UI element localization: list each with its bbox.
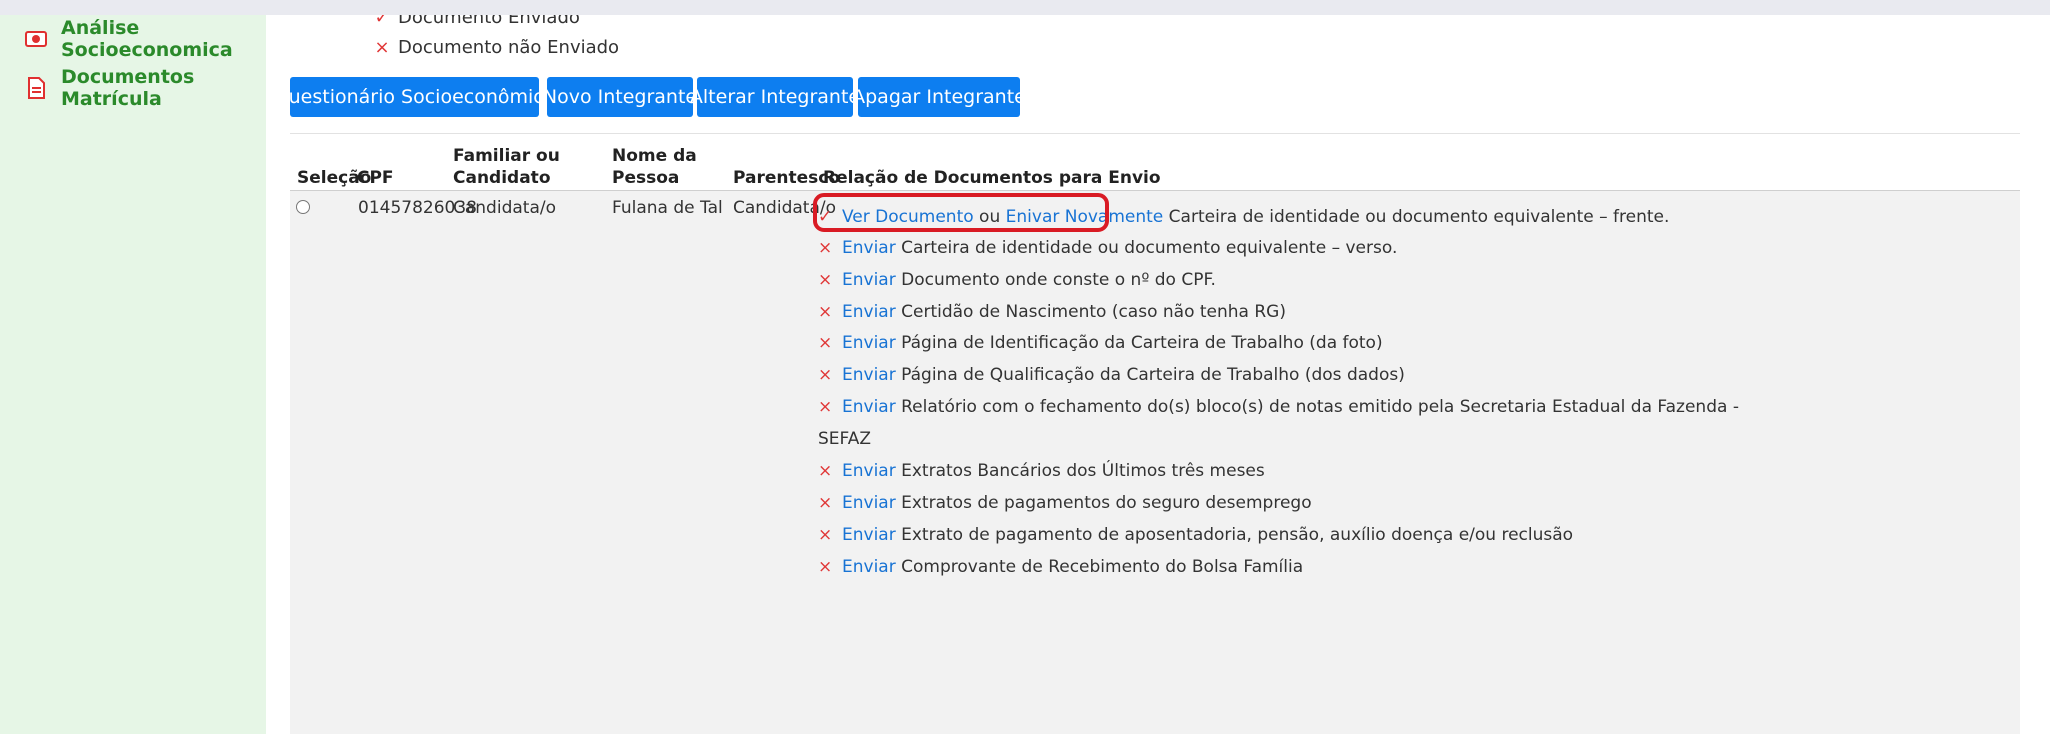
doc-item: × Enviar Comprovante de Recebimento do Bo…	[818, 557, 1303, 577]
x-icon: ×	[818, 333, 833, 353]
enviar-link[interactable]: Enviar	[842, 557, 896, 577]
header-nome-line2: Pessoa	[612, 168, 680, 188]
x-icon: ×	[818, 238, 833, 258]
x-icon: ×	[818, 557, 833, 577]
legend-sent: ✓ Documento Enviado	[374, 15, 580, 28]
doc-item: × Enviar Relatório com o fechamento do(s)…	[818, 397, 1739, 417]
legend-not-sent: × Documento não Enviado	[374, 37, 619, 58]
sidebar-item-documentos[interactable]: Documentos Matrícula	[25, 66, 266, 110]
apagar-integrante-button[interactable]: Apagar Integrante	[852, 77, 1026, 117]
enviar-link[interactable]: Enviar	[842, 493, 896, 513]
main-content: ✓ Documento Enviado × Documento não Envi…	[266, 15, 2050, 734]
x-icon: ×	[818, 493, 833, 513]
cell-familiar: Candidata/o	[453, 198, 556, 218]
doc-item-label: Relatório com o fechamento do(s) bloco(s…	[901, 397, 1739, 417]
x-icon: ×	[818, 270, 833, 290]
x-icon: ×	[818, 525, 833, 545]
enviar-link[interactable]: Enviar	[842, 525, 896, 545]
legend-not-sent-label: Documento não Enviado	[398, 37, 620, 58]
doc-item: × Enviar Carteira de identidade ou docume…	[818, 238, 1397, 258]
doc-item-label: Carteira de identidade ou documento equi…	[1168, 207, 1670, 227]
enviar-link[interactable]: Enviar	[842, 302, 896, 322]
enviar-link[interactable]: Enviar	[842, 333, 896, 353]
sidebar-item-label: Análise Socioeconomica	[61, 17, 233, 61]
alterar-integrante-button[interactable]: Alterar Integrante	[690, 77, 860, 117]
enviar-link[interactable]: Enviar	[842, 365, 896, 385]
sidebar: Análise Socioeconomica Documentos Matríc…	[0, 15, 266, 734]
doc-item-label: Certidão de Nascimento (caso não tenha R…	[901, 302, 1286, 322]
header-relacao: Relação de Documentos para Envio	[823, 168, 1161, 188]
doc-item: × Enviar Extratos de pagamentos do seguro…	[818, 493, 1312, 513]
header-familiar-line2: Candidato	[453, 168, 551, 188]
novo-integrante-button[interactable]: Novo Integrante	[543, 77, 697, 117]
header-nome: Nome da Pessoa	[612, 145, 697, 189]
divider	[290, 133, 2020, 134]
doc-item: × Enviar Página de Qualificação da Cartei…	[818, 365, 1405, 385]
enviar-link[interactable]: Enviar	[842, 461, 896, 481]
pdf-document-icon	[25, 77, 47, 99]
row-select-radio[interactable]	[296, 200, 310, 214]
enviar-link[interactable]: Enviar	[842, 270, 896, 290]
cell-nome: Fulana de Tal	[612, 198, 723, 218]
id-card-icon	[25, 28, 47, 50]
x-icon: ×	[818, 302, 833, 322]
doc-item-label: Extratos Bancários dos Últimos três mese…	[901, 461, 1265, 481]
enviar-link[interactable]: Enviar	[842, 397, 896, 417]
doc-item-label: Documento onde conste o nº do CPF.	[901, 270, 1216, 290]
doc-item-label: Comprovante de Recebimento do Bolsa Famí…	[901, 557, 1304, 577]
check-icon: ✓	[374, 15, 390, 28]
header-familiar: Familiar ou Candidato	[453, 145, 560, 189]
doc-item-label: Página de Identificação da Carteira de T…	[901, 333, 1383, 353]
header-nome-line1: Nome da	[612, 146, 697, 166]
doc-item-label: Carteira de identidade ou documento equi…	[901, 238, 1398, 258]
sidebar-item-label: Documentos Matrícula	[61, 66, 195, 110]
red-highlight-annotation	[813, 193, 1109, 232]
doc-item: × Enviar Documento onde conste o nº do CP…	[818, 270, 1216, 290]
x-icon: ×	[818, 397, 833, 417]
x-icon: ×	[374, 37, 390, 58]
doc-item-wrap-text: SEFAZ	[818, 429, 872, 449]
header-cpf: CPF	[357, 168, 394, 188]
questionario-socioeconomico-button[interactable]: Questionário Socioeconômico	[274, 77, 555, 117]
sidebar-item-analise[interactable]: Análise Socioeconomica	[25, 17, 266, 61]
header-familiar-line1: Familiar ou	[453, 146, 560, 166]
legend-sent-label: Documento Enviado	[398, 15, 580, 28]
doc-item-label: Extrato de pagamento de aposentadoria, p…	[901, 525, 1574, 545]
doc-item: × Enviar Extrato de pagamento de aposenta…	[818, 525, 1573, 545]
x-icon: ×	[818, 461, 833, 481]
doc-item-label: Extratos de pagamentos do seguro desempr…	[901, 493, 1312, 513]
doc-item: × Enviar Extratos Bancários dos Últimos t…	[818, 461, 1265, 481]
enviar-link[interactable]: Enviar	[842, 238, 896, 258]
doc-item: × Enviar Certidão de Nascimento (caso não…	[818, 302, 1286, 322]
doc-item: × Enviar Página de Identificação da Carte…	[818, 333, 1383, 353]
x-icon: ×	[818, 365, 833, 385]
doc-item-label: Página de Qualificação da Carteira de Tr…	[901, 365, 1405, 385]
